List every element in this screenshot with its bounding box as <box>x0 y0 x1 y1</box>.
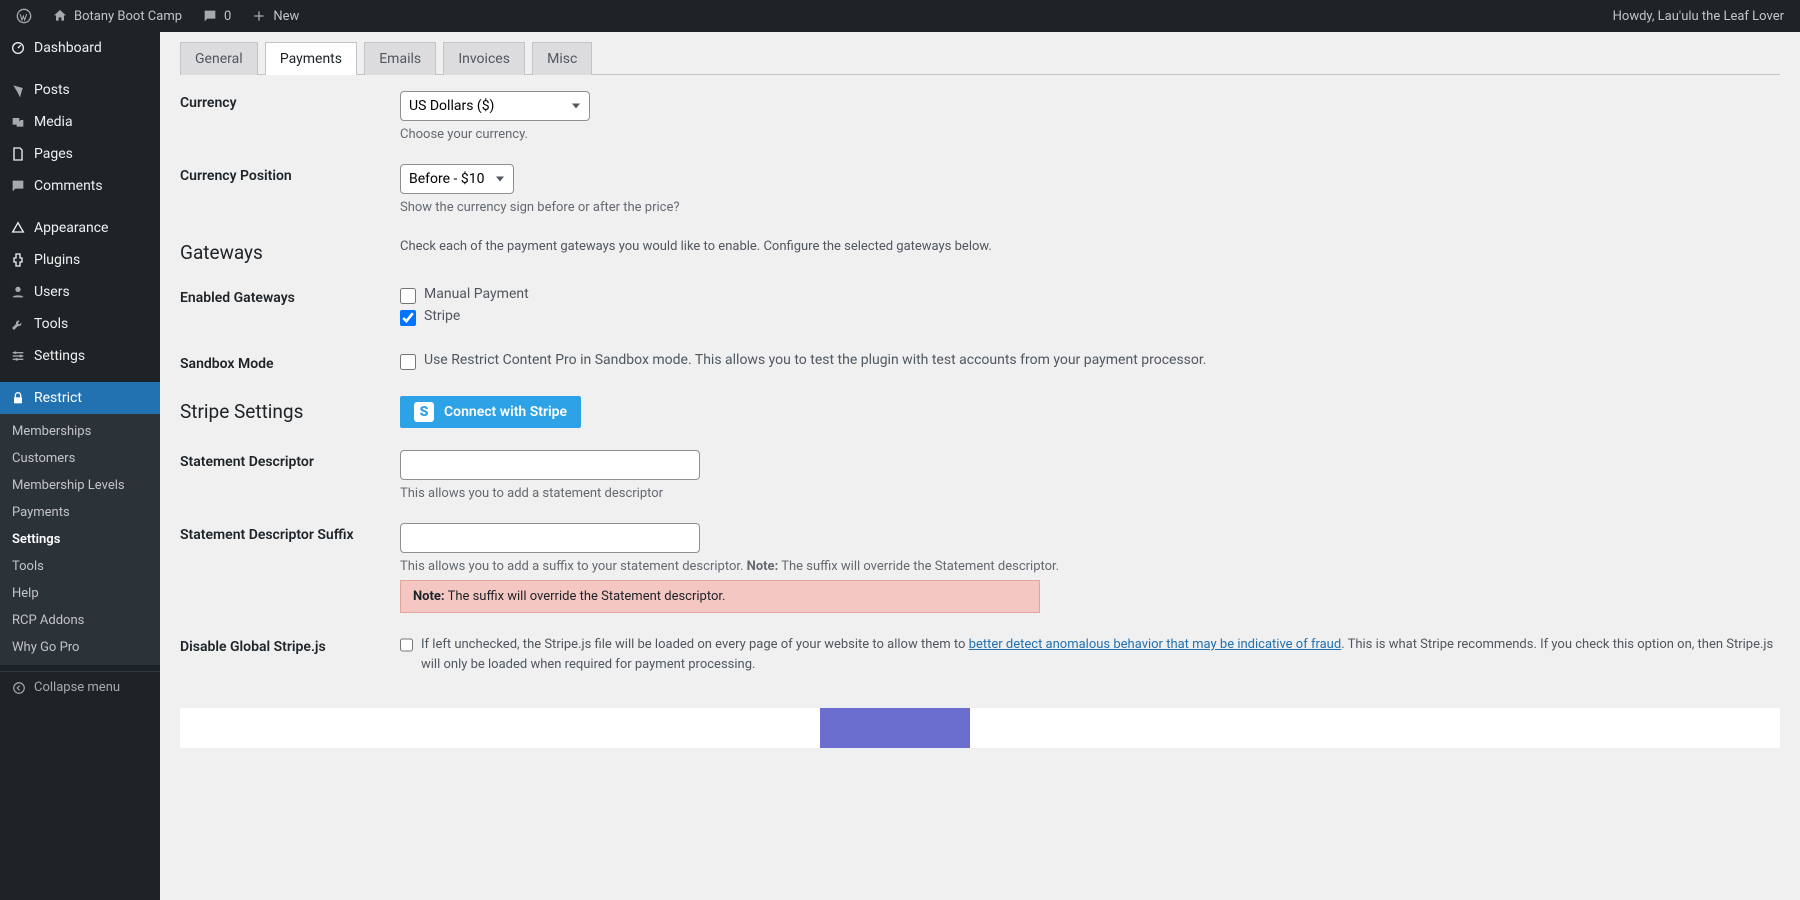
currency-select[interactable]: US Dollars ($) <box>400 91 590 121</box>
submenu-help[interactable]: Help <box>0 580 160 607</box>
sidebar-label: Tools <box>34 316 68 332</box>
gateway-stripe-label: Stripe <box>424 308 460 324</box>
sandbox-checkbox[interactable] <box>400 354 416 370</box>
sidebar-item-restrict[interactable]: Restrict <box>0 382 160 414</box>
sidebar-item-media[interactable]: Media <box>0 106 160 138</box>
sidebar-item-dashboard[interactable]: Dashboard <box>0 32 160 64</box>
submenu-whypro[interactable]: Why Go Pro <box>0 634 160 661</box>
disable-stripejs-label: Disable Global Stripe.js <box>180 635 400 655</box>
sandbox-label: Sandbox Mode <box>180 352 400 372</box>
currency-position-select[interactable]: Before - $10 <box>400 164 514 194</box>
admin-sidebar: Dashboard Posts Media Pages Comments App… <box>0 32 160 900</box>
connect-stripe-button[interactable]: S Connect with Stripe <box>400 396 581 428</box>
tab-payments[interactable]: Payments <box>265 42 357 75</box>
sidebar-item-settings[interactable]: Settings <box>0 340 160 372</box>
statement-descriptor-input[interactable] <box>400 450 700 480</box>
gateways-desc: Check each of the payment gateways you w… <box>400 239 1780 254</box>
submenu-levels[interactable]: Membership Levels <box>0 472 160 499</box>
fraud-detection-link[interactable]: better detect anomalous behavior that ma… <box>969 637 1342 652</box>
sidebar-item-users[interactable]: Users <box>0 276 160 308</box>
statement-suffix-help: This allows you to add a suffix to your … <box>400 559 1780 574</box>
sidebar-label: Posts <box>34 82 70 98</box>
sidebar-label: Plugins <box>34 252 80 268</box>
statement-descriptor-help: This allows you to add a statement descr… <box>400 486 1780 501</box>
collapse-menu-button[interactable]: Collapse menu <box>0 671 160 703</box>
gateways-heading: Gateways <box>180 241 400 264</box>
settings-tabs: General Payments Emails Invoices Misc <box>180 42 1780 75</box>
footer-accent <box>820 708 970 748</box>
sidebar-label: Restrict <box>34 390 82 406</box>
sidebar-label: Pages <box>34 146 73 162</box>
sidebar-label: Settings <box>34 348 85 364</box>
stripe-settings-heading: Stripe Settings <box>180 400 400 423</box>
tab-general[interactable]: General <box>180 42 258 75</box>
new-label: New <box>273 9 299 24</box>
howdy-link[interactable]: Howdy, Lau'ulu the Leaf Lover <box>1605 0 1792 32</box>
tab-misc[interactable]: Misc <box>532 42 592 75</box>
statement-suffix-input[interactable] <box>400 523 700 553</box>
gateway-manual-checkbox[interactable] <box>400 288 416 304</box>
main-content: General Payments Emails Invoices Misc Cu… <box>160 32 1800 900</box>
currency-position-help: Show the currency sign before or after t… <box>400 200 1780 215</box>
submenu-customers[interactable]: Customers <box>0 445 160 472</box>
submenu-addons[interactable]: RCP Addons <box>0 607 160 634</box>
sidebar-item-tools[interactable]: Tools <box>0 308 160 340</box>
submenu-memberships[interactable]: Memberships <box>0 418 160 445</box>
restrict-submenu: Memberships Customers Membership Levels … <box>0 414 160 665</box>
submenu-payments[interactable]: Payments <box>0 499 160 526</box>
tab-emails[interactable]: Emails <box>364 42 436 75</box>
stripe-icon: S <box>414 402 434 422</box>
suffix-note-box: Note: The suffix will override the State… <box>400 580 1040 613</box>
sidebar-item-appearance[interactable]: Appearance <box>0 212 160 244</box>
site-name: Botany Boot Camp <box>74 9 182 24</box>
sidebar-label: Comments <box>34 178 103 194</box>
gateway-stripe-checkbox[interactable] <box>400 310 416 326</box>
sidebar-item-comments[interactable]: Comments <box>0 170 160 202</box>
disable-stripejs-text: If left unchecked, the Stripe.js file wi… <box>421 635 1780 674</box>
howdy-text: Howdy, Lau'ulu the Leaf Lover <box>1613 9 1784 24</box>
currency-help: Choose your currency. <box>400 127 1780 142</box>
currency-position-label: Currency Position <box>180 164 400 184</box>
statement-descriptor-label: Statement Descriptor <box>180 450 400 470</box>
sidebar-label: Media <box>34 114 73 130</box>
wp-logo[interactable] <box>8 0 40 32</box>
statement-suffix-label: Statement Descriptor Suffix <box>180 523 400 543</box>
sidebar-label: Users <box>34 284 70 300</box>
sidebar-item-posts[interactable]: Posts <box>0 74 160 106</box>
collapse-label: Collapse menu <box>34 680 120 695</box>
disable-stripejs-checkbox[interactable] <box>400 637 413 653</box>
new-link[interactable]: New <box>243 0 307 32</box>
gateway-manual-label: Manual Payment <box>424 286 529 302</box>
connect-stripe-label: Connect with Stripe <box>444 404 567 420</box>
sidebar-item-plugins[interactable]: Plugins <box>0 244 160 276</box>
admin-bar: Botany Boot Camp 0 New Howdy, Lau'ulu th… <box>0 0 1800 32</box>
sidebar-item-pages[interactable]: Pages <box>0 138 160 170</box>
comments-link[interactable]: 0 <box>194 0 239 32</box>
sidebar-label: Dashboard <box>34 40 102 56</box>
comments-count: 0 <box>224 9 231 24</box>
footer-panel <box>180 708 1780 748</box>
sidebar-label: Appearance <box>34 220 108 236</box>
site-link[interactable]: Botany Boot Camp <box>44 0 190 32</box>
tab-invoices[interactable]: Invoices <box>443 42 525 75</box>
submenu-settings[interactable]: Settings <box>0 526 160 553</box>
submenu-tools[interactable]: Tools <box>0 553 160 580</box>
sandbox-text: Use Restrict Content Pro in Sandbox mode… <box>424 352 1207 368</box>
currency-label: Currency <box>180 91 400 111</box>
enabled-gateways-label: Enabled Gateways <box>180 286 400 306</box>
